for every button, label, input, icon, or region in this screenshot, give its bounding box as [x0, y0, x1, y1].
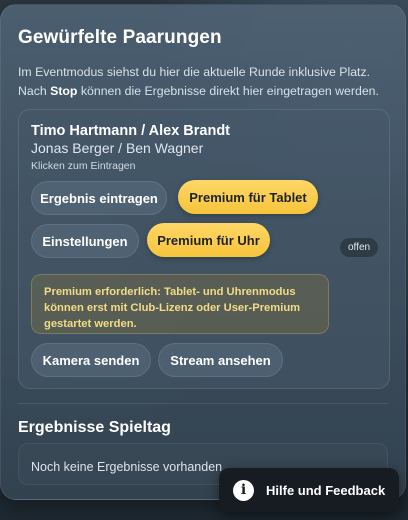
help-label: Hilfe und Feedback — [266, 482, 386, 498]
premium-tablet-button[interactable]: Premium für Tablet — [178, 180, 318, 214]
team-one: Timo Hartmann / Alex Brandt — [31, 123, 231, 139]
section-divider — [18, 403, 388, 404]
enter-result-button[interactable]: Ergebnis eintragen — [31, 181, 167, 215]
premium-watch-button[interactable]: Premium für Uhr — [147, 223, 270, 257]
pairings-panel: Gewürfelte Paarungen Im Eventmodus siehs… — [0, 4, 406, 500]
stop-keyword: Stop — [50, 84, 78, 98]
info-icon: i — [233, 479, 254, 501]
premium-notice: Premium erforderlich: Tablet- und Uhrenm… — [31, 274, 329, 334]
status-badge: offen — [340, 238, 379, 257]
results-title: Ergebnisse Spieltag — [18, 419, 171, 436]
intro-text: Im Eventmodus siehst du hier die aktuell… — [18, 65, 379, 98]
page-title: Gewürfelte Paarungen — [18, 27, 222, 48]
help-feedback-button[interactable]: i Hilfe und Feedback — [219, 468, 399, 512]
view-stream-button[interactable]: Stream ansehen — [158, 343, 283, 377]
match-card[interactable]: Timo Hartmann / Alex Brandt Jonas Berger… — [18, 109, 390, 389]
settings-button[interactable]: Einstellungen — [31, 224, 139, 258]
send-camera-button[interactable]: Kamera senden — [31, 343, 151, 377]
click-hint: Klicken zum Eintragen — [31, 160, 136, 172]
team-two: Jonas Berger / Ben Wagner — [31, 140, 204, 156]
